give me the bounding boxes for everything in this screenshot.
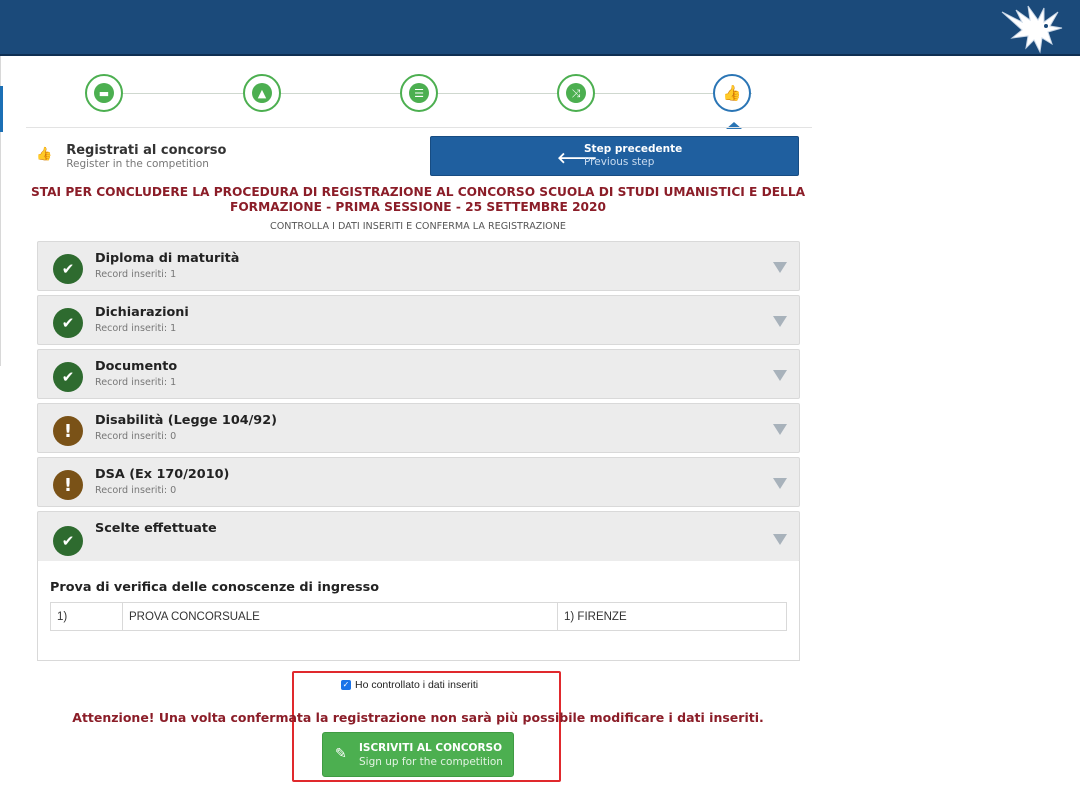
- check-circle-icon: ✔: [53, 308, 83, 338]
- chevron-down-icon[interactable]: [773, 370, 787, 381]
- page-subtitle: CONTROLLA I DATI INSERITI E CONFERMA LA …: [270, 221, 566, 232]
- previous-step-sublabel: Previous step: [584, 156, 655, 168]
- section-disabilita[interactable]: ! Disabilità (Legge 104/92) Record inser…: [37, 403, 800, 453]
- eagle-logo-icon: [1001, 5, 1063, 54]
- choices-title: Prova di verifica delle conoscenze di in…: [50, 580, 380, 595]
- step-4-choices[interactable]: ⤨: [557, 74, 595, 112]
- thumbs-up-icon: 👍: [722, 83, 742, 102]
- choice-name: PROVA CONCORSUALE: [123, 603, 558, 630]
- section-documento[interactable]: ✔ Documento Record inseriti: 1: [37, 349, 800, 399]
- warning-message: Attenzione! Una volta confermata la regi…: [72, 710, 764, 725]
- chevron-down-icon[interactable]: [773, 534, 787, 545]
- section-dsa[interactable]: ! DSA (Ex 170/2010) Record inseriti: 0: [37, 457, 800, 507]
- registration-heading: 👍 Registrati al concorso Register in the…: [36, 143, 226, 170]
- chevron-down-icon[interactable]: [773, 478, 787, 489]
- check-circle-icon: ✔: [53, 362, 83, 392]
- section-title: Scelte effettuate: [95, 521, 217, 536]
- list-icon: ☰: [409, 83, 429, 103]
- section-title: Diploma di maturità: [95, 251, 240, 266]
- section-dichiarazioni[interactable]: ✔ Dichiarazioni Record inseriti: 1: [37, 295, 800, 345]
- submit-label: ISCRIVITI AL CONCORSO: [359, 742, 503, 754]
- choice-place: 1) FIRENZE: [564, 610, 627, 623]
- section-scelte-effettuate[interactable]: ✔ Scelte effettuate: [37, 511, 800, 562]
- section-record-count: Record inseriti: 1: [95, 377, 177, 388]
- section-record-count: Record inseriti: 1: [95, 323, 177, 334]
- exclamation-circle-icon: !: [53, 470, 83, 500]
- section-diploma[interactable]: ✔ Diploma di maturità Record inseriti: 1: [37, 241, 800, 291]
- step-3-list[interactable]: ☰: [400, 74, 438, 112]
- section-scelte-content: Prova di verifica delle conoscenze di in…: [37, 561, 800, 661]
- page-title: STAI PER CONCLUDERE LA PROCEDURA DI REGI…: [30, 185, 806, 214]
- signup-submit-button[interactable]: ✎ ISCRIVITI AL CONCORSO Sign up for the …: [322, 732, 514, 777]
- chevron-down-icon[interactable]: [773, 424, 787, 435]
- registration-title: Registrati al concorso: [66, 143, 227, 158]
- choices-table-row: 1) PROVA CONCORSUALE 1) FIRENZE: [50, 602, 787, 631]
- graduation-cap-icon: ▲: [252, 83, 272, 103]
- confirm-checkbox[interactable]: ✓: [341, 680, 351, 690]
- thumbs-up-icon: 👍: [36, 147, 53, 162]
- confirm-checkbox-row[interactable]: ✓ Ho controllato i dati inseriti: [341, 679, 478, 691]
- section-title: Documento: [95, 359, 178, 374]
- folder-open-icon: ▬: [94, 83, 114, 103]
- pencil-icon: ✎: [335, 746, 347, 762]
- exclamation-circle-icon: !: [53, 416, 83, 446]
- registration-subtitle: Register in the competition: [66, 158, 209, 170]
- step-5-confirm[interactable]: 👍: [713, 74, 751, 112]
- step-1-documents[interactable]: ▬: [85, 74, 123, 112]
- step-2-education[interactable]: ▲: [243, 74, 281, 112]
- left-panel-marker: [0, 86, 3, 132]
- confirm-checkbox-label[interactable]: Ho controllato i dati inseriti: [355, 679, 478, 691]
- check-circle-icon: ✔: [53, 526, 83, 556]
- section-title: DSA (Ex 170/2010): [95, 467, 230, 482]
- shuffle-icon: ⤨: [566, 83, 586, 103]
- top-header-bar: [0, 0, 1080, 56]
- wizard-steps: ▬ ▲ ☰ ⤨ 👍: [26, 66, 812, 129]
- section-title: Dichiarazioni: [95, 305, 189, 320]
- steps-divider: [26, 127, 812, 128]
- choice-number: 1): [51, 603, 123, 630]
- section-record-count: Record inseriti: 0: [95, 485, 177, 496]
- chevron-down-icon[interactable]: [773, 262, 787, 273]
- submit-sublabel: Sign up for the competition: [359, 756, 503, 768]
- section-record-count: Record inseriti: 0: [95, 431, 177, 442]
- section-title: Disabilità (Legge 104/92): [95, 413, 277, 428]
- section-record-count: Record inseriti: 1: [95, 269, 177, 280]
- previous-step-button[interactable]: 🡐 Step precedente Previous step: [430, 136, 799, 176]
- previous-step-label: Step precedente: [584, 143, 683, 155]
- check-circle-icon: ✔: [53, 254, 83, 284]
- chevron-down-icon[interactable]: [773, 316, 787, 327]
